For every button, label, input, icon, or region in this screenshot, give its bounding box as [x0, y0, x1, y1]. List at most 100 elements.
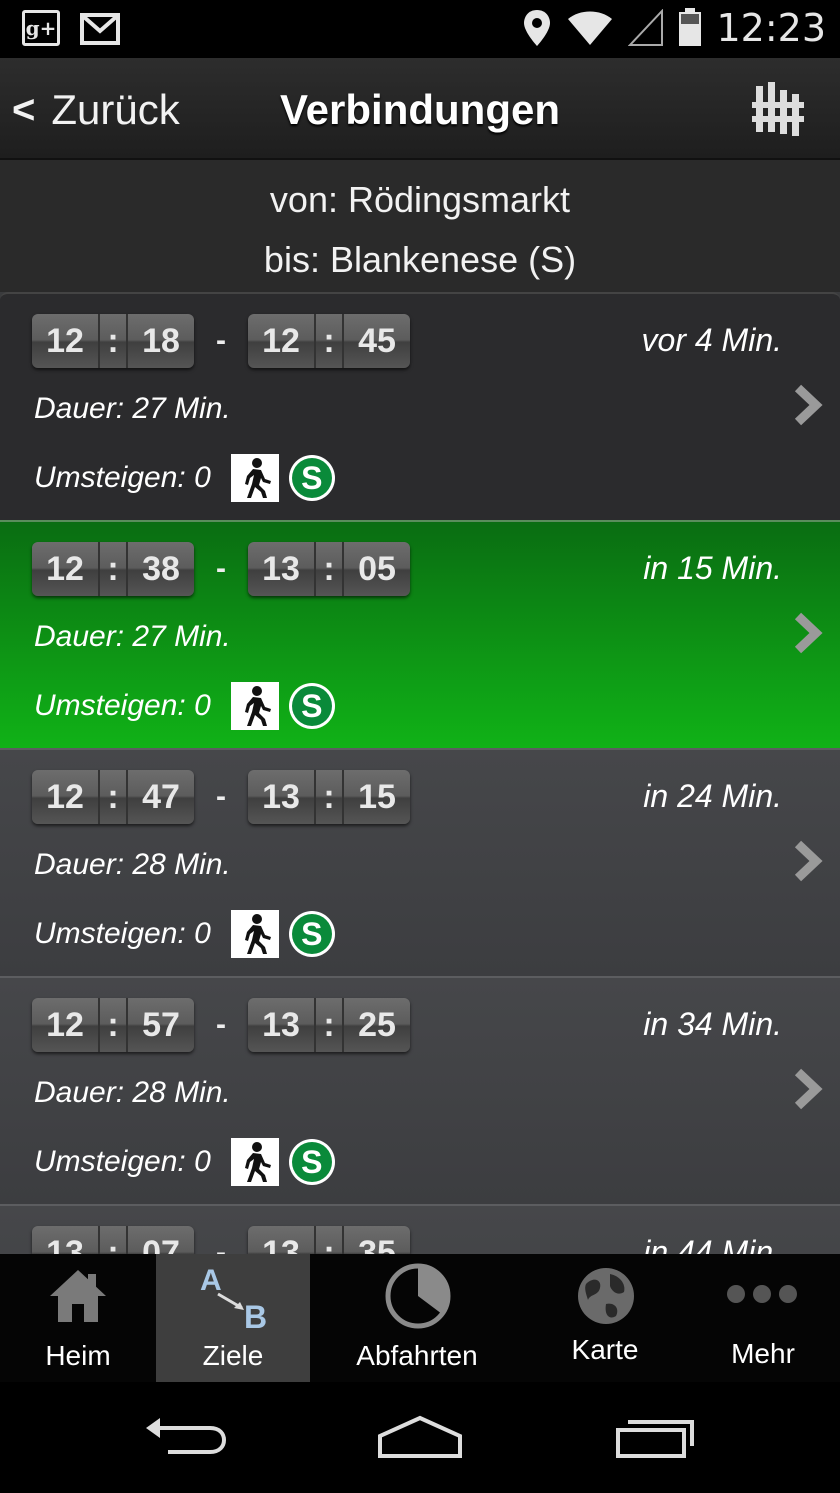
time-separator: : — [314, 542, 344, 596]
chevron-right-icon — [794, 840, 823, 882]
nav-label: Abfahrten — [356, 1340, 478, 1371]
nav-karte[interactable]: Karte — [524, 1254, 686, 1382]
departure-hour: 12 — [46, 549, 84, 588]
nav-label: Karte — [571, 1334, 639, 1365]
connection-list[interactable]: 12:18-12:45 vor 4 Min. Dauer: 27 Min. Umste… — [0, 292, 840, 1254]
arrival-minute: 25 — [358, 1005, 396, 1044]
arrival-minute: 35 — [358, 1233, 396, 1255]
connection-row[interactable]: 12:47-13:15 in 24 Min. Dauer: 28 Min. Umste… — [0, 748, 840, 976]
time-separator: : — [98, 1226, 128, 1254]
time-separator: : — [98, 770, 128, 824]
nav-ziele[interactable]: A B Ziele — [156, 1254, 310, 1382]
s-bahn-letter: S — [291, 686, 332, 726]
arrival-time: 13:15 — [248, 770, 410, 824]
s-bahn-icon: S — [288, 911, 335, 957]
transfers-label: Umsteigen: 0 — [34, 461, 211, 494]
transfers-label: Umsteigen: 0 — [34, 689, 211, 722]
arrival-minute: 05 — [358, 549, 396, 588]
time-separator: : — [98, 542, 128, 596]
connection-row[interactable]: 12:18-12:45 vor 4 Min. Dauer: 27 Min. Umste… — [0, 292, 840, 520]
a-to-b-icon: A B — [200, 1264, 267, 1334]
arrival-hour: 12 — [262, 321, 300, 360]
home-nav-icon[interactable] — [376, 1414, 464, 1460]
walking-icon — [230, 910, 279, 958]
time-dash: - — [216, 780, 226, 813]
departure-minute: 38 — [142, 549, 180, 588]
chevron-right-icon — [794, 612, 823, 654]
departure-hour: 12 — [46, 777, 84, 816]
transfers: Umsteigen: 0 S — [34, 1138, 335, 1186]
status-bar: g+ 12:23 — [0, 0, 840, 58]
chevron-right-icon — [794, 384, 823, 426]
duration: Dauer: 27 Min. — [34, 392, 231, 425]
s-bahn-letter: S — [291, 914, 332, 954]
icon-letter-b: B — [244, 1299, 267, 1334]
duration: Dauer: 28 Min. — [34, 848, 231, 881]
transfers-label: Umsteigen: 0 — [34, 1145, 211, 1178]
departure-time: 12:47 — [32, 770, 194, 824]
arrival-time: 13:25 — [248, 998, 410, 1052]
time-range: 12:57-13:25 — [32, 998, 410, 1052]
departure-time: 12:38 — [32, 542, 194, 596]
arrival-minute: 45 — [358, 321, 396, 360]
duration: Dauer: 28 Min. — [34, 1076, 231, 1109]
route-to: bis: Blankenese (S) — [263, 239, 577, 280]
system-nav-bar — [0, 1382, 840, 1493]
connection-row[interactable]: 13:07-13:35 in 44 Min. — [0, 1204, 840, 1254]
departure-minute: 07 — [142, 1233, 180, 1255]
arrival-time: 13:35 — [248, 1226, 410, 1254]
transfers: Umsteigen: 0 S — [34, 454, 335, 502]
transfers: Umsteigen: 0 S — [34, 910, 335, 958]
time-dash: - — [216, 1008, 226, 1041]
connection-row[interactable]: 12:38-13:05 in 15 Min. Dauer: 27 Min. Umste… — [0, 520, 840, 748]
wifi-icon — [568, 11, 613, 45]
departure-minute: 47 — [142, 777, 180, 816]
walking-icon — [230, 682, 279, 730]
page-title: Verbindungen — [279, 86, 560, 133]
nav-mehr[interactable]: Mehr — [686, 1254, 840, 1382]
google-plus-icon: g+ — [22, 10, 60, 46]
s-bahn-letter: S — [291, 458, 332, 498]
transfers: Umsteigen: 0 S — [34, 682, 335, 730]
relative-time: in 44 Min. — [643, 1234, 782, 1254]
arrival-hour: 13 — [262, 549, 300, 588]
departure-hour: 12 — [46, 1005, 84, 1044]
back-nav-icon[interactable] — [144, 1418, 228, 1458]
relative-time: in 34 Min. — [643, 1006, 782, 1042]
departure-time: 12:57 — [32, 998, 194, 1052]
time-separator: : — [314, 314, 344, 368]
route-header: von: Rödingsmarkt bis: Blankenese (S) — [0, 160, 840, 292]
nav-abfahrten[interactable]: Abfahrten — [310, 1254, 524, 1382]
time-dash: - — [216, 552, 226, 585]
signal-icon — [628, 9, 664, 46]
clock-pie-icon — [385, 1263, 451, 1329]
recents-nav-icon[interactable] — [614, 1416, 698, 1460]
walking-icon — [230, 454, 279, 502]
nav-heim[interactable]: Heim — [0, 1254, 156, 1382]
icon-letter-a: A — [200, 1264, 222, 1297]
departure-hour: 13 — [46, 1233, 84, 1255]
nav-label: Mehr — [731, 1338, 795, 1369]
arrival-time: 12:45 — [248, 314, 410, 368]
relative-time: in 15 Min. — [643, 550, 782, 586]
arrival-hour: 13 — [262, 1233, 300, 1255]
time-separator: : — [314, 998, 344, 1052]
relative-time: vor 4 Min. — [641, 322, 782, 358]
departure-time: 12:18 — [32, 314, 194, 368]
connection-row[interactable]: 12:57-13:25 in 34 Min. Dauer: 28 Min. Umste… — [0, 976, 840, 1204]
arrival-hour: 13 — [262, 777, 300, 816]
time-range: 12:38-13:05 — [32, 542, 410, 596]
battery-icon — [679, 8, 702, 46]
departure-board-icon[interactable] — [752, 80, 804, 138]
duration: Dauer: 27 Min. — [34, 620, 231, 653]
nav-label: Ziele — [202, 1340, 264, 1371]
s-bahn-letter: S — [291, 1142, 332, 1182]
time-separator: : — [314, 1226, 344, 1254]
time-dash: - — [216, 324, 226, 357]
s-bahn-icon: S — [288, 455, 335, 501]
transfers-label: Umsteigen: 0 — [34, 917, 211, 950]
arrival-hour: 13 — [262, 1005, 300, 1044]
location-icon — [524, 10, 551, 46]
departure-minute: 57 — [142, 1005, 180, 1044]
route-from: von: Rödingsmarkt — [269, 179, 571, 220]
